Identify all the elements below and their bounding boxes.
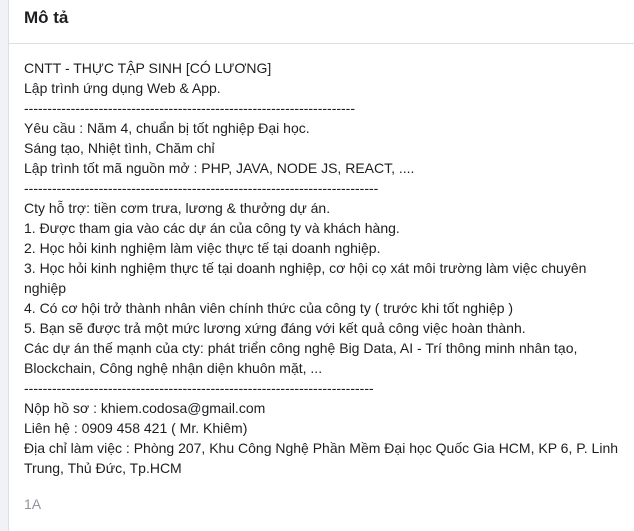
- description-line: 4. Có cơ hội trở thành nhân viên chính t…: [24, 300, 514, 316]
- card-body: CNTT - THỰC TẬP SINH [CÓ LƯƠNG] Lập trìn…: [9, 44, 634, 514]
- description-line: Lập trình tốt mã nguồn mở : PHP, JAVA, N…: [24, 160, 415, 176]
- card-header: Mô tả: [9, 0, 634, 44]
- contact-phone-line: Liên hệ : 0909 458 421 ( Mr. Khiêm): [24, 420, 248, 436]
- job-description: CNTT - THỰC TẬP SINH [CÓ LƯƠNG] Lập trìn…: [24, 58, 634, 478]
- description-line: CNTT - THỰC TẬP SINH [CÓ LƯƠNG]: [24, 60, 272, 76]
- separator-line: ----------------------------------------…: [24, 100, 356, 116]
- description-line: Cty hỗ trợ: tiền cơm trưa, lương & thưởn…: [24, 200, 331, 216]
- description-line: 1. Được tham gia vào các dự án của công …: [24, 220, 400, 236]
- address-line: Địa chỉ làm việc : Phòng 207, Khu Công N…: [24, 440, 622, 476]
- description-line: Các dự án thế mạnh của cty: phát triển c…: [24, 340, 582, 376]
- separator-line: ----------------------------------------…: [24, 180, 379, 196]
- tag-label: 1A: [24, 496, 42, 512]
- separator-line: ----------------------------------------…: [24, 380, 374, 396]
- description-line: Yêu cầu : Năm 4, chuẩn bị tốt nghiệp Đại…: [24, 120, 310, 136]
- description-line: 2. Học hỏi kinh nghiệm làm việc thực tế …: [24, 240, 381, 256]
- description-line: 5. Bạn sẽ được trả một mức lương xứng đá…: [24, 320, 526, 336]
- description-line: Sáng tạo, Nhiệt tình, Chăm chỉ: [24, 140, 215, 156]
- contact-email-line: Nộp hồ sơ : khiem.codosa@gmail.com: [24, 400, 266, 416]
- description-line: 3. Học hỏi kinh nghiệm thực tế tại doanh…: [24, 260, 591, 296]
- description-line: Lập trình ứng dụng Web & App.: [24, 80, 221, 96]
- section-title: Mô tả: [24, 8, 69, 27]
- description-card: Mô tả CNTT - THỰC TẬP SINH [CÓ LƯƠNG] Lậ…: [8, 0, 634, 531]
